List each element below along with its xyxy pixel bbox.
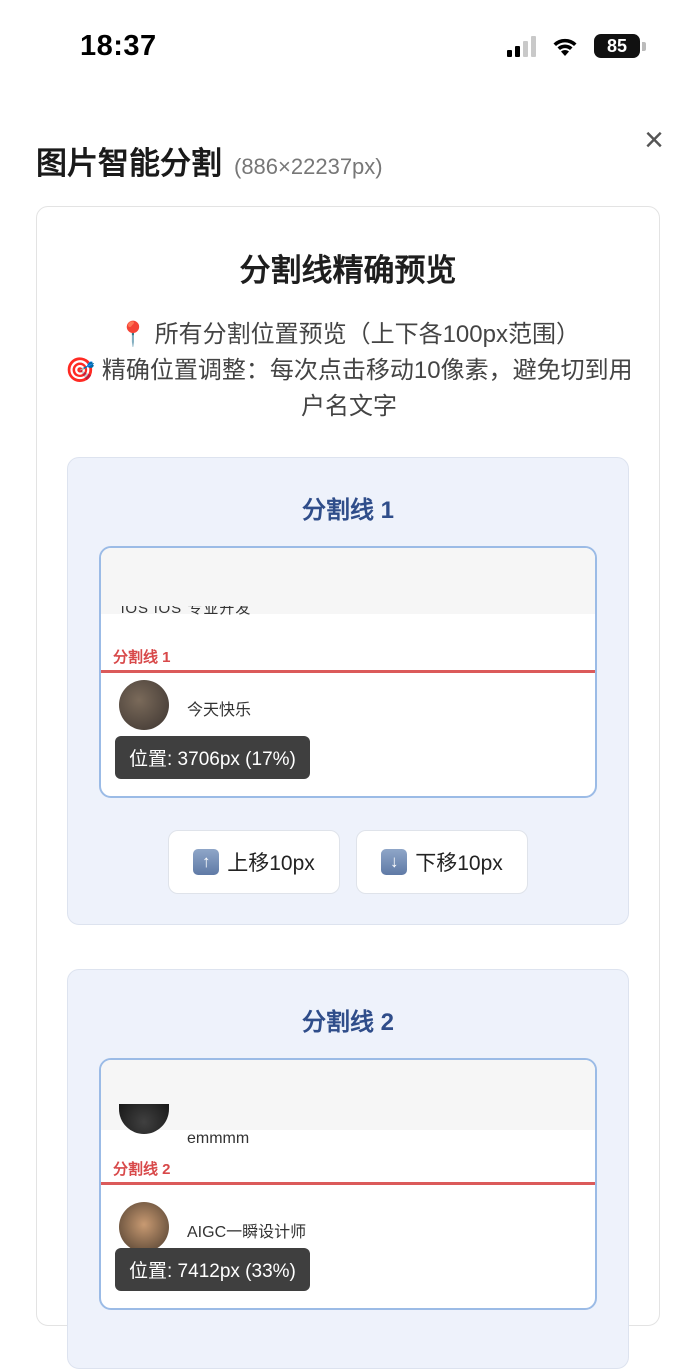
move-up-button[interactable]: ↑ 上移10px — [168, 830, 340, 894]
cellular-signal-icon — [507, 35, 536, 57]
split-section-2: 分割线 2 emmmm 分割线 2 AIGC一瞬设计师 位置: 7412px (… — [67, 969, 629, 1369]
cut-username-text: iOS iOS 专业开发 — [121, 606, 252, 617]
status-icons: 85 — [507, 34, 646, 58]
split-preview: emmmm 分割线 2 AIGC一瞬设计师 位置: 7412px (33%) — [99, 1058, 597, 1310]
target-icon: 🎯 — [65, 357, 96, 384]
avatar — [119, 1202, 169, 1252]
split-section-1: 分割线 1 iOS iOS 专业开发 分割线 1 今天快乐 位置: 3706px… — [67, 457, 629, 925]
wifi-icon — [553, 38, 577, 56]
description-line-1: 📍 所有分割位置预览（上下各100px范围） — [57, 317, 641, 353]
pin-icon: 📍 — [118, 321, 148, 348]
card-title: 分割线精确预览 — [239, 253, 457, 288]
preview-image-top — [101, 548, 595, 614]
split-preview: iOS iOS 专业开发 分割线 1 今天快乐 位置: 3706px (17%) — [99, 546, 597, 798]
username: AIGC一瞬设计师 — [187, 1224, 307, 1241]
position-badge: 位置: 3706px (17%) — [115, 736, 310, 779]
move-down-button[interactable]: ↓ 下移10px — [356, 830, 528, 894]
split-line[interactable] — [101, 670, 595, 673]
description-text-1: 所有分割位置预览（上下各100px范围） — [154, 321, 580, 348]
description-line-2: 🎯 精确位置调整：每次点击移动10像素，避免切到用户名文字 — [57, 353, 641, 425]
move-buttons: ↑ 上移10px ↓ 下移10px — [68, 830, 628, 894]
status-time: 18:37 — [80, 30, 157, 62]
username: emmmm — [187, 1130, 250, 1147]
move-down-label: 下移10px — [415, 852, 503, 875]
description-text-2: 精确位置调整：每次点击移动10像素，避免切到用户名文字 — [101, 357, 633, 420]
status-bar: 18:37 85 — [0, 0, 682, 90]
move-up-label: 上移10px — [227, 852, 315, 875]
page-title: 图片智能分割 — [36, 146, 222, 181]
close-button[interactable]: × — [636, 122, 672, 158]
position-badge: 位置: 7412px (33%) — [115, 1248, 310, 1291]
preview-card: 分割线精确预览 📍 所有分割位置预览（上下各100px范围） 🎯 精确位置调整：… — [36, 206, 660, 1369]
battery-icon: 85 — [594, 34, 646, 58]
avatar — [119, 680, 169, 730]
description: 📍 所有分割位置预览（上下各100px范围） 🎯 精确位置调整：每次点击移动10… — [57, 317, 641, 425]
dialog-header: 图片智能分割 (886×22237px) — [36, 138, 383, 183]
battery-level: 85 — [594, 34, 640, 58]
split-line-label: 分割线 2 — [113, 1161, 171, 1178]
preview-image-top — [101, 1060, 595, 1130]
image-dimensions: (886×22237px) — [234, 154, 383, 179]
split-line-label: 分割线 1 — [113, 649, 171, 666]
split-title: 分割线 2 — [301, 1009, 394, 1036]
arrow-down-icon: ↓ — [381, 849, 408, 875]
split-line[interactable] — [101, 1182, 595, 1185]
username: 今天快乐 — [187, 702, 252, 719]
arrow-up-icon: ↑ — [193, 849, 220, 875]
split-title: 分割线 1 — [301, 497, 394, 524]
